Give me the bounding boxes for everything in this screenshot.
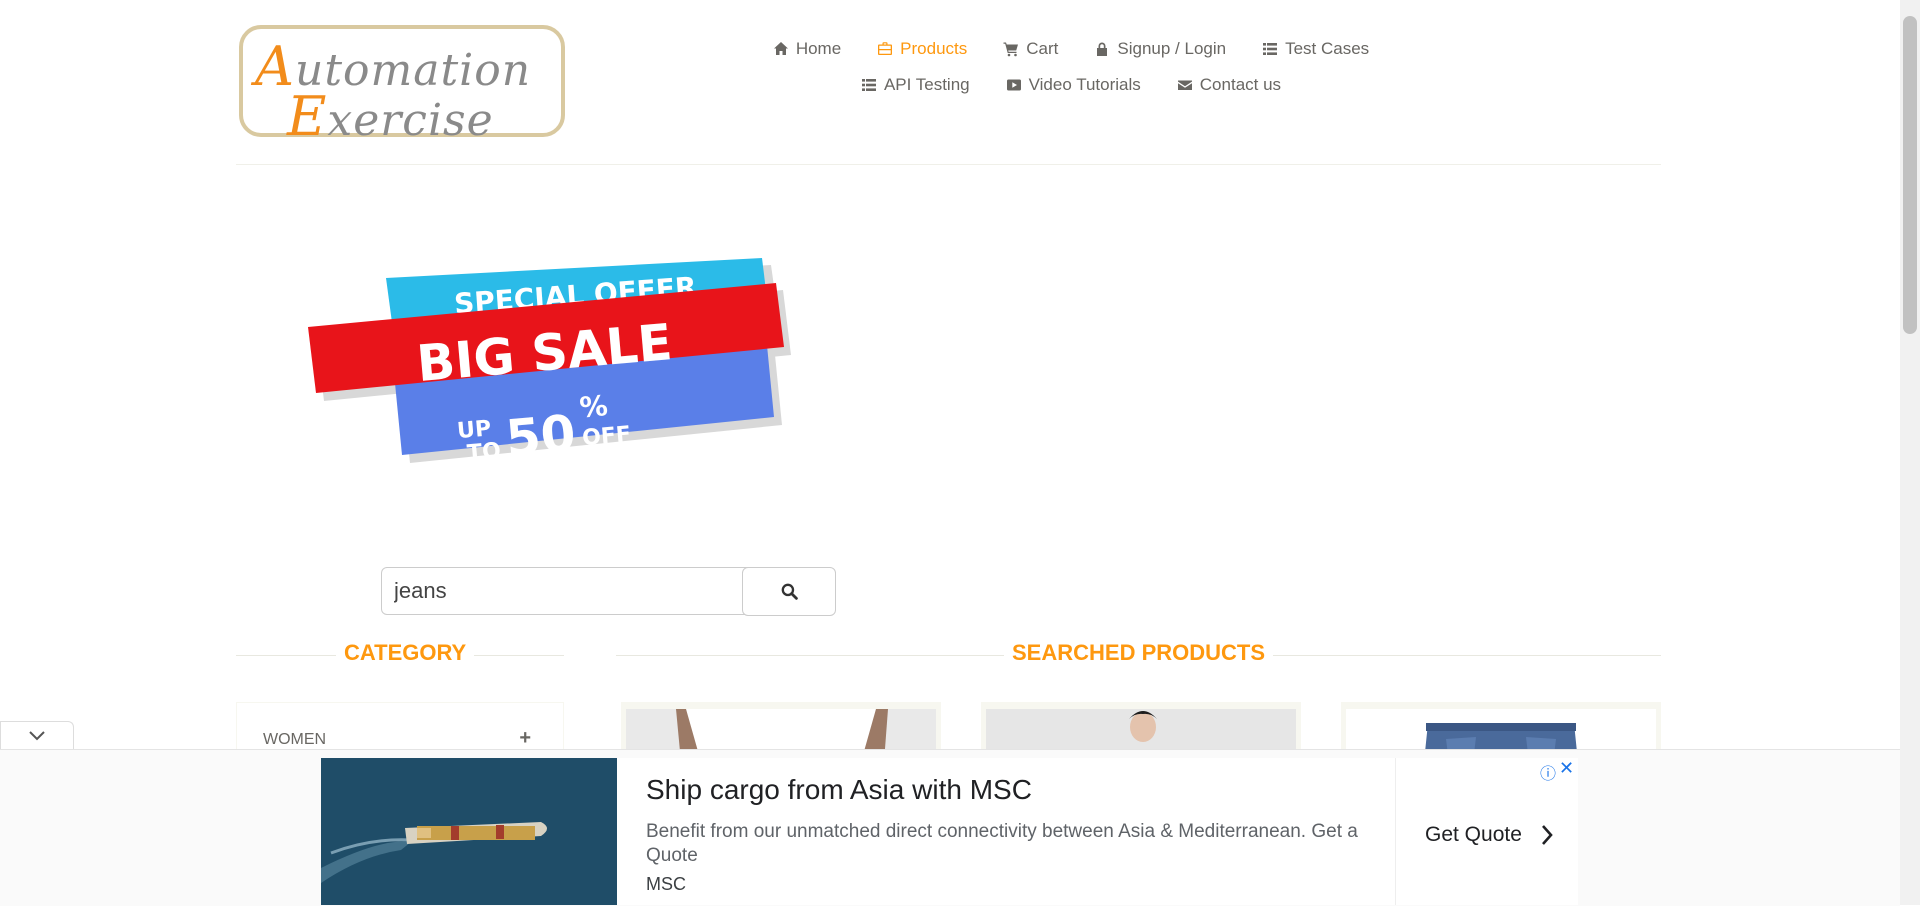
briefcase-icon: [878, 42, 893, 55]
search-icon: [781, 583, 798, 600]
page-scrollbar[interactable]: [1900, 0, 1920, 905]
main-nav: Home Products Cart Signup / Login Test C…: [726, 38, 1416, 96]
logo-line-2: Exercise: [287, 85, 494, 148]
nav-video-tutorials[interactable]: Video Tutorials: [988, 74, 1159, 96]
ad-description: Benefit from our unmatched direct connec…: [646, 821, 1358, 866]
nav-contact-us-label: Contact us: [1199, 75, 1282, 94]
category-heading: CATEGORY: [236, 638, 564, 668]
banner-percent: %: [578, 389, 609, 424]
lock-icon: [1097, 42, 1108, 56]
ad-get-quote-label: Get Quote: [1425, 823, 1522, 846]
banner-to: TO: [466, 439, 502, 467]
chevron-down-icon: [29, 731, 45, 741]
nav-home[interactable]: Home: [755, 38, 859, 60]
list-icon: [861, 79, 876, 91]
ad-collapse-button[interactable]: [0, 721, 74, 750]
nav-signup-login-label: Signup / Login: [1117, 39, 1227, 58]
nav-products[interactable]: Products: [859, 38, 985, 60]
envelope-icon: [1177, 80, 1192, 90]
sale-banner: SPECIAL OFFER BIG SALE UP TO 50 % OFF: [308, 258, 791, 468]
searched-products-heading: SEARCHED PRODUCTS: [616, 638, 1661, 668]
home-icon: [773, 42, 788, 55]
nav-test-cases[interactable]: Test Cases: [1244, 38, 1387, 60]
category-title: CATEGORY: [336, 640, 475, 666]
search-input[interactable]: [381, 567, 752, 615]
nav-test-cases-label: Test Cases: [1285, 39, 1370, 58]
ad-title[interactable]: Ship cargo from Asia with MSC: [646, 774, 1032, 806]
nav-api-testing-label: API Testing: [883, 75, 970, 94]
scrollbar-thumb[interactable]: [1903, 16, 1917, 334]
list-icon: [1263, 43, 1278, 55]
nav-home-label: Home: [795, 39, 842, 58]
nav-contact-us[interactable]: Contact us: [1159, 74, 1299, 96]
searched-products-title: SEARCHED PRODUCTS: [1004, 640, 1274, 666]
nav-cart[interactable]: Cart: [985, 38, 1076, 60]
nav-cart-label: Cart: [1026, 39, 1059, 58]
category-women-toggle[interactable]: +: [519, 727, 531, 750]
cart-icon: [1003, 42, 1019, 57]
site-logo[interactable]: Automation Exercise: [239, 25, 565, 148]
nav-video-tutorials-label: Video Tutorials: [1028, 75, 1141, 94]
ad-info-icon[interactable]: ⓘ: [1540, 760, 1556, 784]
ad-close-icon[interactable]: ✕: [1559, 758, 1574, 779]
nav-signup-login[interactable]: Signup / Login: [1076, 38, 1244, 60]
banner-off: OFF: [581, 422, 632, 451]
category-women[interactable]: WOMEN: [263, 731, 326, 749]
youtube-icon: [1006, 79, 1021, 91]
nav-products-label: Products: [900, 39, 968, 58]
ad-brand: MSC: [646, 874, 686, 894]
search-button[interactable]: [742, 567, 836, 616]
nav-api-testing[interactable]: API Testing: [843, 74, 988, 96]
ad-text-panel[interactable]: Ship cargo from Asia with MSC Benefit fr…: [617, 758, 1395, 905]
chevron-right-icon: [1542, 825, 1553, 845]
ad-ship-image[interactable]: [321, 758, 617, 905]
banner-50: 50: [504, 404, 578, 468]
header-divider: [236, 164, 1661, 165]
